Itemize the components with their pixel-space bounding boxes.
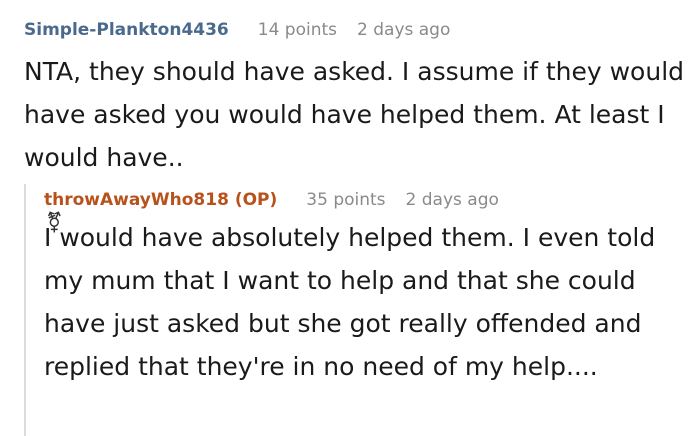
- reply-thread: throwAwayWho818 (OP) 35 points 2 days ag…: [24, 184, 694, 436]
- comment-meta: throwAwayWho818 (OP) 35 points 2 days ag…: [44, 188, 694, 212]
- thread-line[interactable]: [24, 184, 26, 436]
- comment-body: I would have absolutely helped them. I e…: [44, 223, 656, 381]
- comment-author-link[interactable]: throwAwayWho818 (OP): [44, 188, 277, 212]
- comment-meta: Simple-Plankton4436 14 points 2 days ago: [24, 18, 694, 42]
- comment-timestamp[interactable]: 2 days ago: [357, 18, 450, 42]
- gender-symbol-icon[interactable]: ⚧: [46, 210, 63, 234]
- comment-simple-plankton: Simple-Plankton4436 14 points 2 days ago…: [24, 18, 694, 179]
- comment-author-link[interactable]: Simple-Plankton4436: [24, 18, 229, 42]
- comment-reply-op: throwAwayWho818 (OP) 35 points 2 days ag…: [44, 188, 694, 388]
- comment-body: NTA, they should have asked. I assume if…: [24, 57, 685, 172]
- comment-points: 14 points: [257, 20, 338, 40]
- comment-timestamp[interactable]: 2 days ago: [406, 188, 499, 212]
- comment-points: 35 points: [306, 190, 386, 210]
